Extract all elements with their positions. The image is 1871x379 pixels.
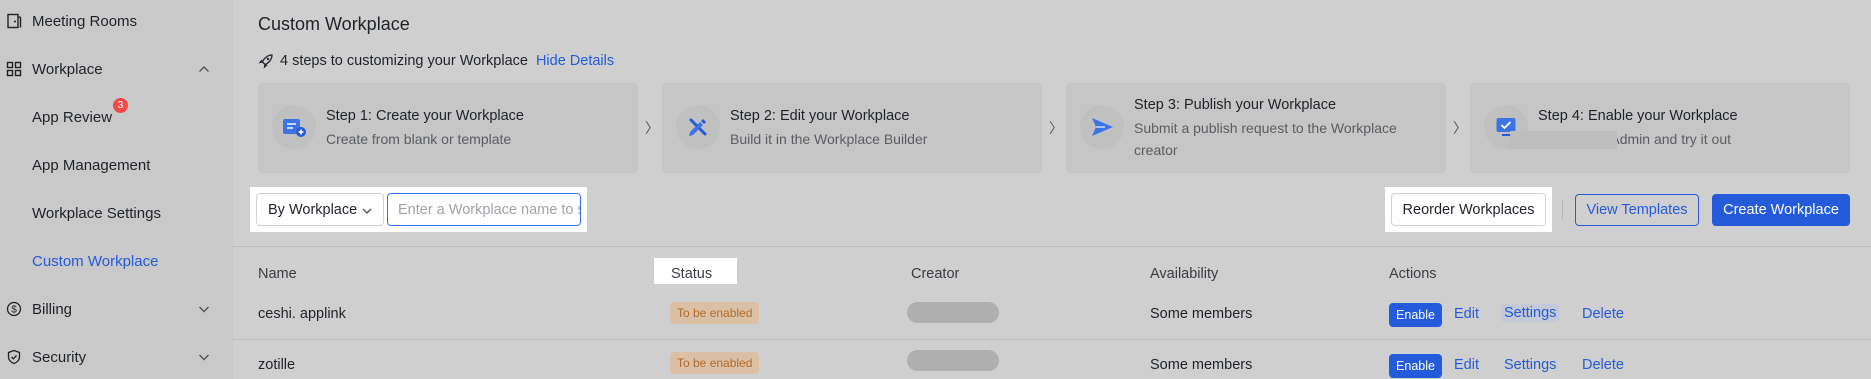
page-title: Custom Workplace xyxy=(258,14,410,34)
rocket-icon xyxy=(258,53,274,69)
settings-link-label: Settings xyxy=(1501,304,1560,322)
select-value: By Workplace xyxy=(268,201,358,218)
settings-link[interactable]: Settings xyxy=(1504,357,1556,373)
workplace-search-input[interactable] xyxy=(387,193,581,226)
chevron-down-icon xyxy=(361,205,373,217)
step-card-3: Step 3: Publish your Workplace Submit a … xyxy=(1066,83,1446,173)
door-icon xyxy=(5,12,23,30)
enable-button[interactable]: Enable xyxy=(1389,354,1442,378)
delete-link[interactable]: Delete xyxy=(1582,306,1624,322)
step-title: Step 3: Publish your Workplace xyxy=(1134,97,1337,113)
enable-button[interactable]: Enable xyxy=(1389,303,1442,327)
workplace-name: zotille xyxy=(258,357,296,373)
sidebar-item-security[interactable]: Security xyxy=(0,337,233,377)
reorder-wrap: Reorder Workplaces xyxy=(1385,187,1552,232)
creator-avatar-redacted xyxy=(907,302,999,323)
sidebar-item-billing[interactable]: $ Billing xyxy=(0,289,233,329)
step-desc: creator xyxy=(1134,142,1178,158)
notification-badge: 3 xyxy=(113,98,128,113)
create-icon xyxy=(272,105,316,149)
sidebar-item-custom-workplace[interactable]: Custom Workplace xyxy=(0,241,233,281)
redacted-block xyxy=(1510,131,1617,149)
sidebar-item-app-review[interactable]: App Review 3 xyxy=(0,97,233,137)
step-arrow-icon: 〉 xyxy=(1049,120,1063,136)
svg-text:$: $ xyxy=(11,305,17,316)
edit-link[interactable]: Edit xyxy=(1454,357,1479,373)
row-divider xyxy=(233,339,1871,340)
create-workplace-button[interactable]: Create Workplace xyxy=(1712,194,1850,226)
step-title: Step 4: Enable your Workplace xyxy=(1538,108,1738,124)
sidebar-item-label: App Management xyxy=(32,156,151,174)
column-header-creator: Creator xyxy=(911,266,960,282)
sidebar-item-workplace-settings[interactable]: Workplace Settings xyxy=(0,193,233,233)
step-arrow-icon: 〉 xyxy=(1453,120,1467,136)
column-header-status: Status xyxy=(671,266,713,282)
grid-icon xyxy=(5,60,23,78)
steps-hint-text: 4 steps to customizing your Workplace xyxy=(280,53,528,69)
chevron-down-icon[interactable] xyxy=(197,350,211,364)
settings-link[interactable]: Settings xyxy=(1501,304,1560,322)
sidebar-item-meeting-rooms[interactable]: Meeting Rooms xyxy=(0,1,233,41)
status-badge: To be enabled xyxy=(670,302,760,324)
hide-details-link[interactable]: Hide Details xyxy=(536,53,614,69)
step-title: Step 2: Edit your Workplace xyxy=(730,108,910,124)
edit-tools-icon xyxy=(676,105,720,149)
step-desc: Submit a publish request to the Workplac… xyxy=(1134,120,1397,136)
workplace-name: ceshi. applink xyxy=(258,306,346,322)
column-header-name: Name xyxy=(258,266,297,282)
by-workplace-select[interactable]: By Workplace xyxy=(256,193,384,226)
availability-text: Some members xyxy=(1150,357,1253,373)
reorder-workplaces-button[interactable]: Reorder Workplaces xyxy=(1391,193,1546,226)
sidebar-item-label: Billing xyxy=(32,300,73,318)
filter-group: By Workplace xyxy=(250,187,587,232)
sidebar-item-label: App Review xyxy=(32,108,113,126)
table-top-divider xyxy=(233,246,1871,247)
step-desc: Build it in the Workplace Builder xyxy=(730,131,928,147)
publish-send-icon xyxy=(1080,105,1124,149)
step-arrow-icon: 〉 xyxy=(645,120,659,136)
step-title: Step 1: Create your Workplace xyxy=(326,108,524,124)
shield-icon xyxy=(5,348,23,366)
edit-link[interactable]: Edit xyxy=(1454,306,1479,322)
sidebar-item-label: Custom Workplace xyxy=(32,252,159,270)
step-card-2: Step 2: Edit your Workplace Build it in … xyxy=(662,83,1042,173)
column-header-availability: Availability xyxy=(1150,266,1219,282)
step-card-4: Step 4: Enable your Workplace Enable it … xyxy=(1470,83,1850,173)
status-badge: To be enabled xyxy=(670,352,760,374)
sidebar-item-label: Security xyxy=(32,348,87,366)
dollar-icon: $ xyxy=(5,300,23,318)
chevron-down-icon[interactable] xyxy=(197,302,211,316)
view-templates-button[interactable]: View Templates xyxy=(1575,194,1699,226)
chevron-up-icon[interactable] xyxy=(197,62,211,76)
sidebar-item-workplace[interactable]: Workplace xyxy=(0,49,233,89)
creator-avatar-redacted xyxy=(907,350,999,371)
sidebar-item-label: Workplace xyxy=(32,60,103,78)
sidebar-item-app-management[interactable]: App Management xyxy=(0,145,233,185)
sidebar-item-label: Meeting Rooms xyxy=(32,12,138,30)
steps-hint: 4 steps to customizing your Workplace Hi… xyxy=(258,53,614,69)
column-header-actions: Actions xyxy=(1389,266,1437,282)
availability-text: Some members xyxy=(1150,306,1253,322)
step-desc: Create from blank or template xyxy=(326,131,512,147)
delete-link[interactable]: Delete xyxy=(1582,357,1624,373)
step-card-1: Step 1: Create your Workplace Create fro… xyxy=(258,83,638,173)
sidebar: Meeting Rooms Workplace App Review 3 App… xyxy=(0,0,233,379)
toolbar-divider xyxy=(1562,200,1563,220)
sidebar-item-label: Workplace Settings xyxy=(32,204,161,222)
